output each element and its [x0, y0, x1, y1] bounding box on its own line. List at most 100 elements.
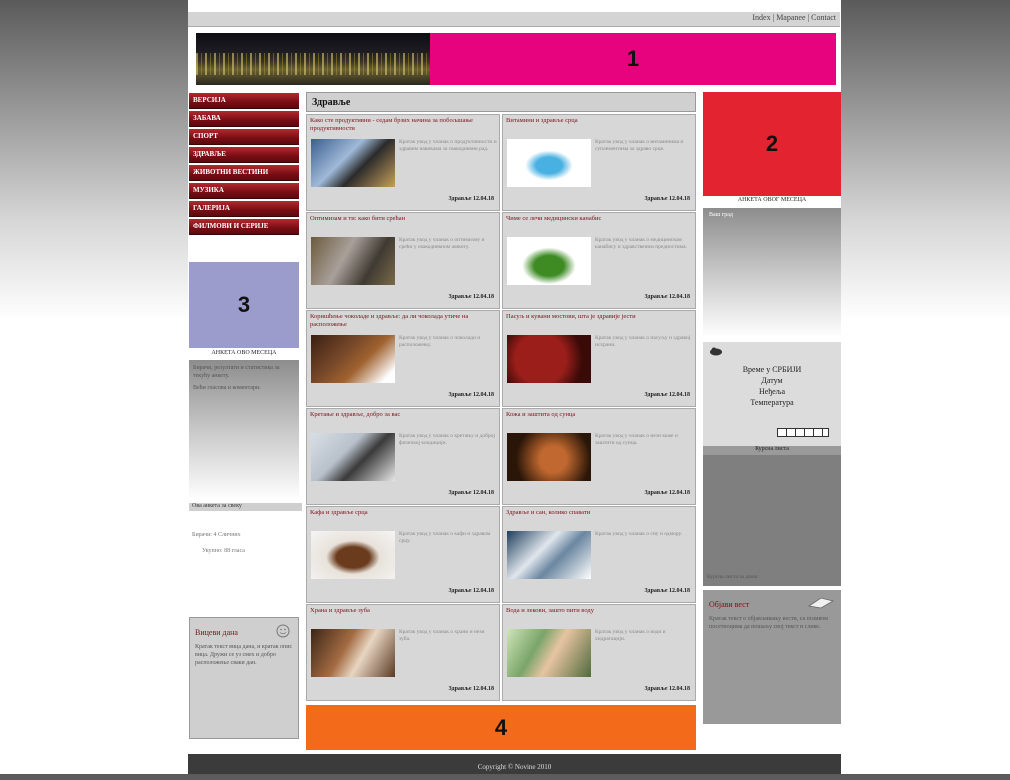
- exchange-box: Курсна листа Курсна листа за данас: [703, 446, 841, 586]
- poll-stat: Бирачи: 4 Сличних: [192, 532, 241, 538]
- article-thumbnail[interactable]: [507, 531, 591, 579]
- article-title[interactable]: Како сте продуктивни - седам брзих начин…: [307, 115, 499, 135]
- article-excerpt: Кратак увод у чланак о води и хидратациј…: [595, 629, 666, 642]
- left-poll-panel: Бирачи, резултати и статистика за текућу…: [189, 360, 299, 500]
- article-card[interactable]: Вода и лекови, зашто пити воду Кратак уво…: [502, 604, 696, 701]
- joke-box: Вицеви дана Кратак текст вица дана, и кр…: [189, 617, 299, 739]
- article-title[interactable]: Оптимизам и ти: како бити срећан: [307, 213, 499, 233]
- weather-box: Време у СРБИЈИ Датум Неђеља Температура: [703, 342, 841, 446]
- weather-text: Време у СРБИЈИ Датум Неђеља Температура: [742, 365, 802, 407]
- article-title[interactable]: Кафа и здравље срца: [307, 507, 499, 527]
- footer: Copyright © Novine 2010: [188, 754, 841, 774]
- article-thumbnail[interactable]: [507, 335, 591, 383]
- article-title[interactable]: Вода и лекови, зашто пити воду: [503, 605, 695, 625]
- article-excerpt: Кратак увод у чланак о нези коже и зашти…: [595, 433, 678, 446]
- article-excerpt: Кратак увод у чланак о пасуљу и здравој …: [595, 335, 691, 348]
- article-date: Здравље 12.04.18: [644, 392, 690, 398]
- article-excerpt: Кратак увод у чланак о сну и одмору.: [595, 531, 683, 537]
- article-date: Здравље 12.04.18: [448, 392, 494, 398]
- city-label[interactable]: Ваш град: [709, 212, 835, 218]
- article-card[interactable]: Храна и здравље зуба Кратак увод у чланак…: [306, 604, 500, 701]
- article-title[interactable]: Кожа и заштита од сунца: [503, 409, 695, 429]
- page: Index | Mapanee | Contact 1 ВЕРСИЈА ЗАБА…: [188, 0, 841, 774]
- article-card[interactable]: Како сте продуктивни - седам брзих начин…: [306, 114, 500, 211]
- article-title[interactable]: Пасуљ и кувани мостови, шта је здравије …: [503, 311, 695, 331]
- banner-image: [196, 33, 430, 85]
- main-menu: ВЕРСИЈА ЗАБАВА СПОРТ ЗДРАВЉЕ ЖИВОТНИ ВЕС…: [189, 93, 299, 237]
- article-excerpt: Кратак увод у чланак о храни и нези зуба…: [399, 629, 485, 642]
- menu-item[interactable]: ГАЛЕРИЈА: [189, 201, 299, 217]
- section-heading: Здравље: [306, 92, 696, 112]
- article-title[interactable]: Коришћење чоколаде и здравље: да ли чоко…: [307, 311, 499, 331]
- submit-news-text: Кратак текст о објављивању вести, са поз…: [709, 616, 828, 630]
- exchange-heading: Курсна листа: [703, 446, 841, 455]
- right-poll-panel: Ваш град: [703, 208, 841, 338]
- article-card[interactable]: Чиме се лечи медицински канабис Кратак ув…: [502, 212, 696, 309]
- left-poll-heading: АНКЕТА ОВО МЕСЕЦА: [189, 350, 299, 360]
- article-thumbnail[interactable]: [311, 237, 395, 285]
- article-date: Здравље 12.04.18: [644, 196, 690, 202]
- article-date: Здравље 12.04.18: [448, 490, 494, 496]
- article-date: Здравље 12.04.18: [448, 196, 494, 202]
- article-excerpt: Кратак увод у чланак о кретању и доброј …: [399, 433, 495, 446]
- article-title[interactable]: Храна и здравље зуба: [307, 605, 499, 625]
- article-date: Здравље 12.04.18: [448, 294, 494, 300]
- article-thumbnail[interactable]: [311, 335, 395, 383]
- zone-2: 2: [703, 92, 841, 196]
- article-card[interactable]: Кафа и здравље срца Кратак увод у чланак …: [306, 506, 500, 603]
- article-thumbnail[interactable]: [507, 139, 591, 187]
- article-card[interactable]: Пасуљ и кувани мостови, шта је здравије …: [502, 310, 696, 407]
- weather-scale: [777, 428, 829, 437]
- article-date: Здравље 12.04.18: [644, 490, 690, 496]
- article-title[interactable]: Кретање и здравље, добро за вас: [307, 409, 499, 429]
- article-card[interactable]: Витамини и здравље срца Кратак увод у чла…: [502, 114, 696, 211]
- article-date: Здравље 12.04.18: [644, 294, 690, 300]
- joke-text: Кратак текст вица дана, и кратак опис ви…: [195, 644, 293, 666]
- article-thumbnail[interactable]: [507, 629, 591, 677]
- banner-zone-1: 1: [430, 33, 836, 85]
- article-excerpt: Кратак увод у чланак о медицинском канаб…: [595, 237, 687, 250]
- article-card[interactable]: Кожа и заштита од сунца Кратак увод у чла…: [502, 408, 696, 505]
- paper-icon: [807, 597, 835, 609]
- poll-text: Већи гласова и коментари.: [193, 385, 261, 391]
- article-thumbnail[interactable]: [507, 433, 591, 481]
- article-excerpt: Кратак увод у чланак о продуктивности и …: [399, 139, 497, 152]
- menu-item[interactable]: ЖИВОТНИ ВЕСТИНИ: [189, 165, 299, 181]
- article-date: Здравље 12.04.18: [448, 588, 494, 594]
- article-title[interactable]: Здравље и сан, колико спавати: [503, 507, 695, 527]
- article-card[interactable]: Кретање и здравље, добро за вас Кратак ув…: [306, 408, 500, 505]
- menu-item[interactable]: ВЕРСИЈА: [189, 93, 299, 109]
- poll-text: Бирачи, резултати и статистика за текућу…: [193, 365, 280, 379]
- top-links[interactable]: Index | Mapanee | Contact: [752, 13, 836, 22]
- article-date: Здравље 12.04.18: [644, 588, 690, 594]
- article-thumbnail[interactable]: [311, 139, 395, 187]
- article-card[interactable]: Здравље и сан, колико спавати Кратак увод…: [502, 506, 696, 603]
- article-excerpt: Кратак увод у чланак о кафи и здравом ср…: [399, 531, 491, 544]
- article-card[interactable]: Оптимизам и ти: како бити срећан Кратак у…: [306, 212, 500, 309]
- article-title[interactable]: Чиме се лечи медицински канабис: [503, 213, 695, 233]
- article-title[interactable]: Витамини и здравље срца: [503, 115, 695, 135]
- left-poll-bar[interactable]: Ова анкета за свеку: [189, 503, 302, 511]
- cloud-icon: [710, 347, 722, 356]
- menu-item[interactable]: ЗДРАВЉЕ: [189, 147, 299, 163]
- menu-item[interactable]: ЗАБАВА: [189, 111, 299, 127]
- exchange-footer[interactable]: Курсна листа за данас: [707, 574, 758, 580]
- poll-total: Укупно: 88 гласа: [202, 548, 245, 554]
- article-excerpt: Кратак увод у чланак о витаминима и супл…: [595, 139, 684, 152]
- right-poll-heading: АНКЕТА ОВОГ МЕСЕЦА: [703, 197, 841, 207]
- menu-item[interactable]: МУЗИКА: [189, 183, 299, 199]
- article-thumbnail[interactable]: [311, 531, 395, 579]
- top-link-bar: Index | Mapanee | Contact: [188, 12, 840, 27]
- article-card[interactable]: Коришћење чоколаде и здравље: да ли чоко…: [306, 310, 500, 407]
- article-thumbnail[interactable]: [311, 629, 395, 677]
- menu-item[interactable]: ФИЛМОВИ И СЕРИЈЕ: [189, 219, 299, 235]
- submit-news-box: Објави вест Кратак текст о објављивању в…: [703, 590, 841, 724]
- article-date: Здравље 12.04.18: [644, 686, 690, 692]
- smiley-icon: [276, 624, 290, 638]
- article-excerpt: Кратак увод у чланак о оптимизму и срећи…: [399, 237, 485, 250]
- zone-4: 4: [306, 705, 696, 750]
- article-thumbnail[interactable]: [507, 237, 591, 285]
- article-date: Здравље 12.04.18: [448, 686, 494, 692]
- article-thumbnail[interactable]: [311, 433, 395, 481]
- menu-item[interactable]: СПОРТ: [189, 129, 299, 145]
